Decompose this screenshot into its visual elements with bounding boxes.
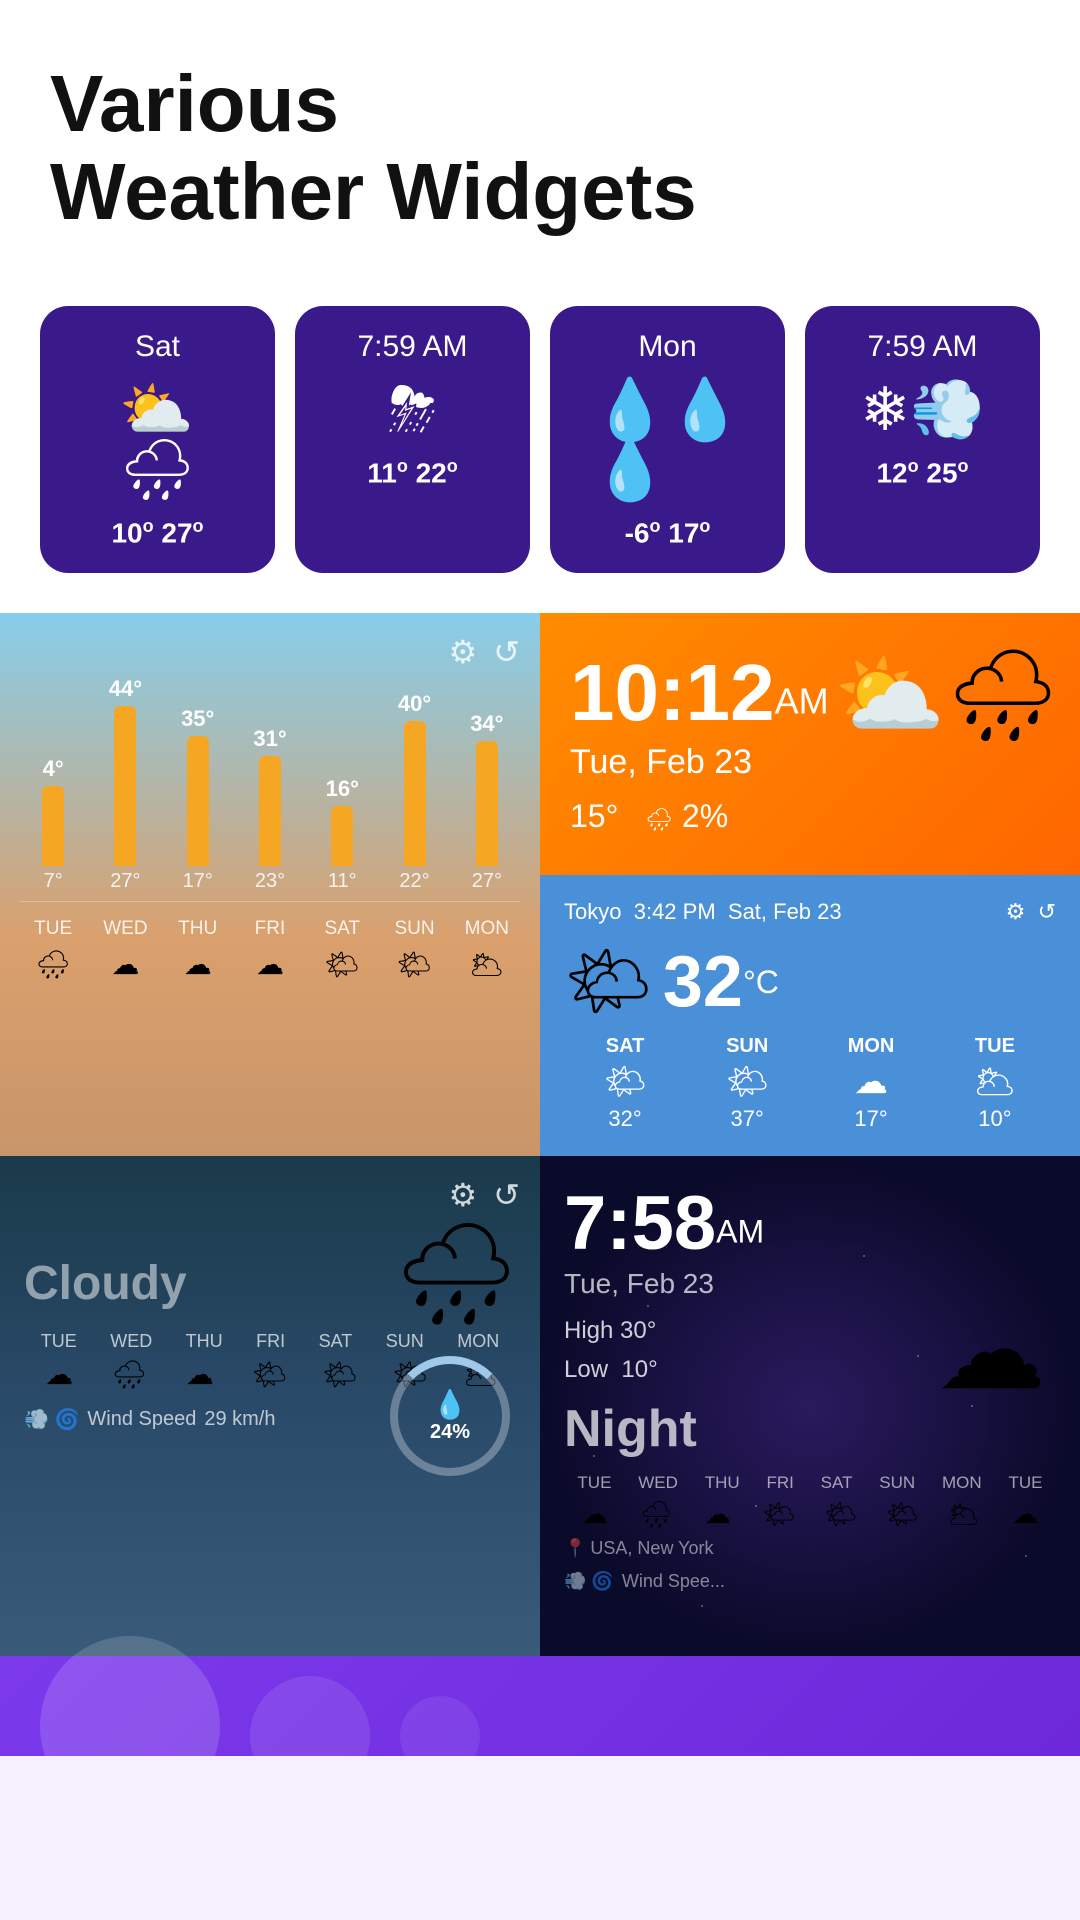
tokyo-header: Tokyo 3:42 PM Sat, Feb 23 ⚙ ↺ (564, 899, 1056, 925)
sw-temps-2: 11o 22o (367, 456, 458, 489)
widget-orange[interactable]: 10:12AM Tue, Feb 23 15° 🌧 2% ⛅🌧 (540, 613, 1080, 875)
small-widget-759am-1[interactable]: 7:59 AM ⛈ 11o 22o (295, 306, 530, 573)
humidity-circle: 💧 24% (390, 1356, 510, 1476)
small-widget-sat[interactable]: Sat ⛅🌧 10o 27o (40, 306, 275, 573)
bar-col-4: 16° 11° (309, 776, 375, 893)
widget-tokyo[interactable]: Tokyo 3:42 PM Sat, Feb 23 ⚙ ↺ 🌤 32 °C SA… (540, 875, 1080, 1156)
forecast-col-mon: MON ☁ 17° (848, 1035, 895, 1132)
night-days: TUE WED THU FRI SAT SUN MON TUE (564, 1473, 1056, 1493)
cloudy-settings-icon[interactable]: ⚙ (449, 1176, 478, 1214)
night-wind: 💨 🌀 Wind Spee... (564, 1571, 1056, 1592)
location-info: 📍 USA, New York (564, 1538, 1056, 1559)
widget-cloudy[interactable]: ⚙ ↺ 🌧 Cloudy 💧 24% TUE WED THU FRI SAT S… (0, 1156, 540, 1656)
main-widgets-grid: ⚙ ↺ 4° 7° 44° 27° 35° 17° 31° (0, 613, 1080, 1656)
sw-icon-4: ❄💨 (860, 380, 985, 440)
desert-controls: ⚙ ↺ (449, 633, 521, 671)
bar-col-2: 35° 17° (165, 706, 231, 893)
right-column: 10:12AM Tue, Feb 23 15° 🌧 2% ⛅🌧 Tokyo 3:… (540, 613, 1080, 1156)
forecast-col-sun: SUN 🌤 37° (726, 1035, 769, 1132)
cloudy-controls: ⚙ ↺ (449, 1176, 521, 1214)
sw-label-3: Mon (638, 330, 696, 364)
bar-col-3: 31° 23° (237, 726, 303, 893)
tokyo-sun-icon: 🌤 (564, 941, 653, 1023)
deco-circle-3 (400, 1696, 480, 1756)
orange-date: Tue, Feb 23 (570, 743, 1050, 782)
sw-icon-2: ⛈ (389, 380, 437, 440)
icon-row: 🌧 ☁ ☁ ☁ 🌤 🌤 🌥 (10, 944, 530, 985)
tokyo-main: 🌤 32 °C (564, 941, 1056, 1023)
cloudy-refresh-icon[interactable]: ↺ (493, 1176, 520, 1214)
header: Various Weather Widgets (0, 0, 1080, 276)
sw-label-1: Sat (135, 330, 180, 364)
bar-col-6: 34° 27° (454, 711, 520, 893)
widget-desert[interactable]: ⚙ ↺ 4° 7° 44° 27° 35° 17° 31° (0, 613, 540, 1156)
bar-col-5: 40° 22° (381, 691, 447, 893)
deco-circle-2 (250, 1676, 370, 1756)
tokyo-forecast-row: SAT 🌤 32° SUN 🌤 37° MON ☁ 17° TUE 🌥 (564, 1035, 1056, 1132)
sw-icon-3: 💧💧💧 (593, 380, 742, 500)
widget-night[interactable]: 7:58AM Tue, Feb 23 High 30° Low 10° Nigh… (540, 1156, 1080, 1656)
cloudy-day-row: TUE WED THU FRI SAT SUN MON (24, 1331, 516, 1352)
small-widgets-row: Sat ⛅🌧 10o 27o 7:59 AM ⛈ 11o 22o Mon 💧💧💧… (0, 276, 1080, 613)
small-widget-759am-2[interactable]: 7:59 AM ❄💨 12o 25o (805, 306, 1040, 573)
night-icon-row: ☁ 🌧 ☁ 🌤 🌤 🌤 🌥 ☁ (564, 1499, 1056, 1530)
night-cloud-icon: ☁ (936, 1286, 1046, 1414)
sw-temps-1: 10o 27o (111, 516, 203, 549)
bar-chart: 4° 7° 44° 27° 35° 17° 31° 23° 16° (10, 653, 530, 893)
sw-label-2: 7:59 AM (357, 330, 467, 364)
settings-icon[interactable]: ⚙ (449, 633, 478, 671)
tokyo-settings-icon[interactable]: ⚙ (1006, 899, 1026, 924)
sw-label-4: 7:59 AM (867, 330, 977, 364)
sw-temps-4: 12o 25o (876, 456, 968, 489)
sw-temps-3: -6o 17o (625, 516, 711, 549)
forecast-col-tue: TUE 🌥 10° (973, 1035, 1016, 1132)
refresh-icon[interactable]: ↺ (493, 633, 520, 671)
sw-icon-1: ⛅🌧 (119, 380, 195, 500)
forecast-col-sat: SAT 🌤 32° (603, 1035, 646, 1132)
cloudy-big-icon: 🌧 (393, 1216, 520, 1333)
night-time: 7:58AM (564, 1186, 1056, 1262)
orange-temp-rain: 15° 🌧 2% (570, 798, 1050, 835)
day-row: TUE WED THU FRI SAT SUN MON (10, 910, 530, 944)
bottom-decoration (0, 1656, 1080, 1756)
tokyo-refresh-icon[interactable]: ↺ (1038, 899, 1056, 924)
page-title: Various Weather Widgets (50, 60, 1030, 236)
bar-col-1: 44° 27° (92, 676, 158, 893)
small-widget-mon[interactable]: Mon 💧💧💧 -6o 17o (550, 306, 785, 573)
bar-col-0: 4° 7° (20, 756, 86, 893)
orange-weather-icon: ⛅🌧 (834, 643, 1060, 748)
